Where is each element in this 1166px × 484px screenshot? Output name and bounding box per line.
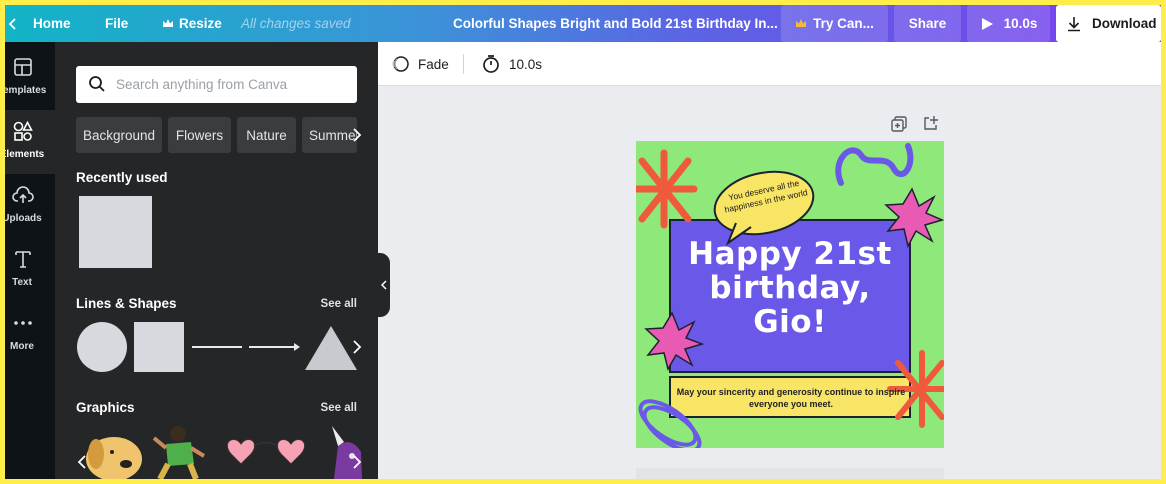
timer-icon	[483, 55, 499, 73]
headline-line-1: Happy 21st	[688, 236, 892, 272]
graphics-row	[86, 426, 362, 479]
dog-graphic[interactable]	[86, 437, 142, 479]
chip-flowers[interactable]: Flowers	[168, 117, 231, 153]
recently-used-title: Recently used	[76, 170, 168, 185]
triangle-shape[interactable]	[305, 326, 357, 370]
design-page[interactable]: You deserve all the happiness in the wor…	[636, 141, 944, 448]
play-button[interactable]: 10.0s	[967, 5, 1050, 42]
download-icon	[1068, 16, 1080, 31]
rail-label-elements: Elements	[5, 149, 45, 160]
chip-label: Nature	[246, 127, 287, 143]
duration-label: 10.0s	[509, 56, 543, 72]
resize-label: Resize	[179, 16, 222, 31]
cloud-upload-icon	[12, 186, 34, 203]
play-duration: 10.0s	[1003, 16, 1038, 31]
text-icon	[15, 251, 31, 268]
saved-status-text: All changes saved	[241, 16, 351, 31]
left-rail: Templates Elements Uploads Text More	[5, 42, 55, 479]
lines-shapes-title: Lines & Shapes	[76, 296, 177, 311]
saved-status: All changes saved	[241, 5, 351, 42]
chevron-left-icon[interactable]	[77, 455, 87, 469]
rail-label-templates: Templates	[5, 85, 47, 96]
document-title[interactable]: Colorful Shapes Bright and Bold 21st Bir…	[453, 5, 778, 42]
more-icon	[14, 321, 32, 325]
chevron-left-icon	[380, 280, 387, 290]
share-button[interactable]: Share	[894, 5, 961, 42]
rail-label-text: Text	[12, 277, 32, 288]
dancing-person-graphic[interactable]	[152, 426, 206, 479]
rail-label-more: More	[10, 341, 34, 352]
chip-nature[interactable]: Nature	[237, 117, 296, 153]
graphics-see-all[interactable]: See all	[321, 402, 357, 414]
rail-item-text[interactable]: Text	[5, 238, 55, 302]
recent-square-element[interactable]	[79, 196, 152, 268]
shapes-icon	[13, 120, 33, 141]
search-icon	[89, 76, 105, 92]
red-starburst-top-left	[636, 149, 698, 229]
purple-creature-graphic[interactable]	[332, 426, 362, 479]
rail-item-templates[interactable]: Templates	[5, 46, 55, 110]
rail-label-uploads: Uploads	[5, 213, 42, 224]
graphics-title: Graphics	[76, 400, 135, 415]
fade-animation-button[interactable]: Fade	[390, 42, 449, 86]
duration-button[interactable]: 10.0s	[481, 42, 542, 86]
chevron-right-icon[interactable]	[352, 340, 362, 354]
resize-button[interactable]: Resize	[162, 5, 222, 42]
crown-icon	[796, 19, 807, 27]
lines-shapes-see-all[interactable]: See all	[321, 298, 357, 310]
animation-toolbar: Fade 10.0s	[378, 42, 1161, 86]
next-page-preview[interactable]	[636, 468, 944, 479]
chip-label: Background	[82, 127, 156, 143]
template-icon	[14, 58, 32, 76]
chip-summer[interactable]: Summer	[302, 117, 357, 153]
document-title-text: Colorful Shapes Bright and Bold 21st Bir…	[453, 16, 778, 31]
home-button[interactable]: Home	[7, 5, 73, 42]
fade-label: Fade	[418, 56, 449, 72]
square-shape[interactable]	[134, 322, 184, 372]
home-label: Home	[33, 16, 71, 31]
duplicate-page-icon[interactable]	[891, 116, 907, 132]
try-label: Try Can...	[813, 16, 874, 31]
share-label: Share	[908, 16, 947, 31]
chip-background[interactable]: Background	[76, 117, 162, 153]
rail-item-uploads[interactable]: Uploads	[5, 174, 55, 238]
birthday-headline[interactable]: Happy 21st birthday, Gio!	[670, 237, 910, 339]
shapes-row	[77, 322, 357, 372]
rail-item-elements[interactable]: Elements	[5, 110, 55, 174]
search-box[interactable]	[76, 66, 357, 103]
circle-shape[interactable]	[77, 322, 127, 372]
download-button[interactable]: Download	[1056, 5, 1161, 42]
file-menu-button[interactable]: File	[105, 5, 128, 42]
heart-sunglasses-graphic[interactable]	[226, 439, 306, 465]
add-page-icon[interactable]	[923, 115, 939, 131]
file-label: File	[105, 16, 129, 31]
chip-label: Summer	[309, 127, 357, 143]
headline-line-3: Gio!	[753, 304, 827, 340]
headline-line-2: birthday,	[709, 270, 871, 306]
play-icon	[981, 17, 993, 30]
chevron-left-icon	[8, 17, 16, 30]
elements-panel: Background Flowers Nature Summer Recentl…	[55, 42, 378, 479]
chip-label: Flowers	[175, 127, 224, 143]
chevron-right-icon[interactable]	[352, 455, 362, 469]
purple-squiggle	[835, 143, 914, 186]
arrow-shape[interactable]	[249, 343, 300, 351]
collapse-panel-handle[interactable]	[378, 253, 390, 317]
toolbar-divider	[463, 54, 464, 74]
try-canva-pro-button[interactable]: Try Can...	[781, 5, 888, 42]
chevron-right-icon[interactable]	[352, 128, 362, 142]
download-label: Download	[1092, 16, 1157, 31]
rail-item-more[interactable]: More	[5, 302, 55, 366]
footer-message[interactable]: May your sincerity and generosity contin…	[676, 386, 906, 410]
animation-icon	[392, 56, 409, 72]
crown-icon	[163, 19, 173, 27]
top-bar: Home File Resize All changes saved Color…	[5, 5, 1161, 42]
search-input[interactable]	[116, 74, 346, 94]
canva-editor: Home File Resize All changes saved Color…	[5, 5, 1161, 479]
